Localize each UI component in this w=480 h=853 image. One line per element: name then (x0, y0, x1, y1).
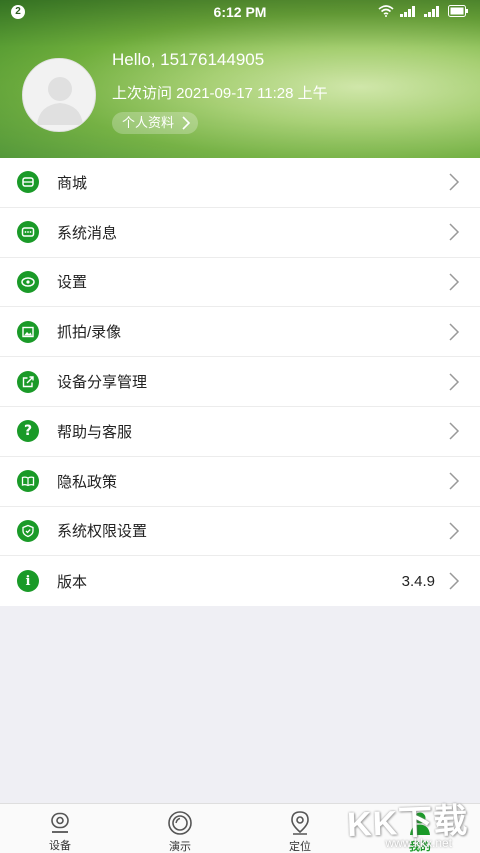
last-visit-text: 上次访问 2021-09-17 11:28 上午 (112, 85, 328, 102)
profile-details-button[interactable]: 个人资料 (112, 112, 199, 134)
chevron-right-icon (449, 273, 460, 291)
menu-label: 设备分享管理 (57, 374, 148, 392)
shield-icon (17, 519, 39, 542)
menu-label: 设置 (57, 274, 88, 292)
chevron-right-icon (449, 223, 460, 241)
signal-icon (400, 6, 415, 17)
menu-item-settings[interactable]: 设置 (0, 258, 480, 308)
location-pin-icon (291, 811, 309, 835)
chevron-right-icon (449, 173, 460, 191)
avatar[interactable] (22, 58, 96, 132)
menu-item-device-share[interactable]: 设备分享管理 (0, 357, 480, 407)
settings-menu: 商城 系统消息 设置 抓拍/录像 设备分享管理 ? 帮助与客服 隐私政策 系统权… (0, 158, 480, 607)
chevron-right-icon (449, 323, 460, 341)
menu-label: 版本 (57, 573, 88, 591)
info-icon: i (17, 570, 39, 593)
menu-item-version[interactable]: i 版本 3.4.9 (0, 556, 480, 606)
image-icon (17, 320, 39, 343)
menu-label: 系统权限设置 (57, 523, 148, 541)
store-icon (17, 171, 39, 194)
menu-label: 抓拍/录像 (57, 324, 122, 342)
status-bar: 2 6:12 PM (0, 0, 480, 24)
menu-item-store[interactable]: 商城 (0, 158, 480, 208)
menu-label: 系统消息 (57, 224, 118, 242)
settings-eye-icon (17, 270, 39, 293)
chevron-right-icon (449, 472, 460, 490)
version-number: 3.4.9 (401, 572, 435, 590)
nav-label: 定位 (289, 841, 311, 853)
chevron-right-icon (449, 373, 460, 391)
chevron-right-icon (449, 522, 460, 540)
share-icon (17, 370, 39, 393)
chevron-right-icon (449, 422, 460, 440)
demo-lens-icon (168, 811, 192, 835)
signal-icon-2 (424, 6, 439, 17)
message-icon (17, 221, 39, 244)
nav-label: 演示 (169, 841, 191, 853)
menu-label: 商城 (57, 174, 88, 192)
menu-item-system-permissions[interactable]: 系统权限设置 (0, 507, 480, 557)
menu-item-system-messages[interactable]: 系统消息 (0, 208, 480, 258)
camera-device-icon (51, 812, 69, 833)
menu-item-privacy-policy[interactable]: 隐私政策 (0, 457, 480, 507)
profile-header: 2 6:12 PM Hello, 15176144905 上次访问 2021-0… (0, 0, 480, 158)
profile-button-label: 个人资料 (122, 115, 175, 130)
nav-label: 设备 (49, 840, 71, 852)
watermark-url: www.kkx.net (385, 836, 452, 850)
chevron-right-icon (182, 116, 191, 130)
default-avatar-icon (37, 77, 83, 125)
nav-tab-location[interactable]: 定位 (240, 804, 360, 853)
greeting-text: Hello, 15176144905 (112, 50, 265, 69)
menu-label: 帮助与客服 (57, 423, 133, 441)
chevron-right-icon (449, 572, 460, 590)
book-icon (17, 470, 39, 493)
wifi-icon (378, 5, 394, 17)
nav-tab-demo[interactable]: 演示 (120, 804, 240, 853)
status-icons (378, 5, 468, 17)
menu-label: 隐私政策 (57, 473, 118, 491)
help-icon: ? (17, 420, 39, 443)
menu-item-capture-record[interactable]: 抓拍/录像 (0, 307, 480, 358)
menu-item-help-support[interactable]: ? 帮助与客服 (0, 407, 480, 457)
battery-icon (448, 5, 468, 17)
nav-tab-devices[interactable]: 设备 (0, 804, 120, 853)
